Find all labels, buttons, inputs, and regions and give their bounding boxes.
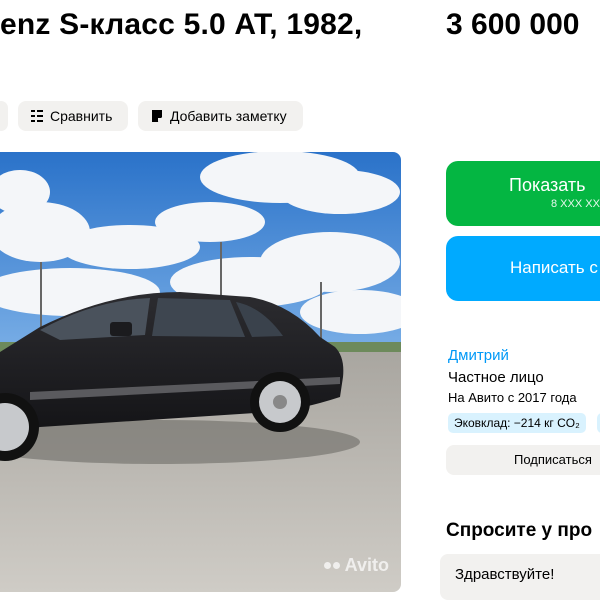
share-button[interactable] — [0, 101, 8, 131]
seller-type: Частное лицо — [448, 369, 544, 386]
avito-watermark: Avito — [323, 555, 389, 576]
ask-seller-input[interactable]: Здравствуйте! — [440, 554, 600, 600]
add-note-button[interactable]: Добавить заметку — [138, 101, 303, 131]
watermark-text: Avito — [344, 555, 389, 575]
write-message-button[interactable]: Написать с — [446, 236, 600, 301]
note-icon — [150, 109, 164, 123]
listing-page: enz S-класс 5.0 AT, 1982, 3 600 000 Срав… — [0, 0, 600, 600]
compare-label: Сравнить — [50, 108, 113, 124]
subscribe-label: Подписаться — [514, 452, 592, 467]
show-phone-label: Показать — [509, 175, 586, 195]
listing-title: enz S-класс 5.0 AT, 1982, — [0, 8, 363, 41]
compare-icon — [30, 109, 44, 123]
seller-name-link[interactable]: Дмитрий — [448, 347, 509, 364]
listing-price: 3 600 000 — [446, 8, 580, 41]
car-photo[interactable]: Avito — [0, 152, 401, 592]
masked-phone: 8 XXX XX — [551, 198, 600, 210]
seller-since: На Авито с 2017 года — [448, 390, 577, 405]
avito-logo-icon — [323, 562, 340, 569]
compare-button[interactable]: Сравнить — [18, 101, 128, 131]
eco-badge[interactable]: Эковклад: −214 кг CO₂ — [448, 413, 586, 433]
ask-seller-title: Спросите у про — [446, 520, 593, 541]
subscribe-button[interactable]: Подписаться — [446, 445, 600, 475]
add-note-label: Добавить заметку — [170, 108, 287, 124]
show-phone-button[interactable]: Показать 8 XXX XX — [446, 161, 600, 226]
write-message-label: Написать с — [510, 258, 598, 277]
ask-input-value: Здравствуйте! — [455, 566, 555, 583]
